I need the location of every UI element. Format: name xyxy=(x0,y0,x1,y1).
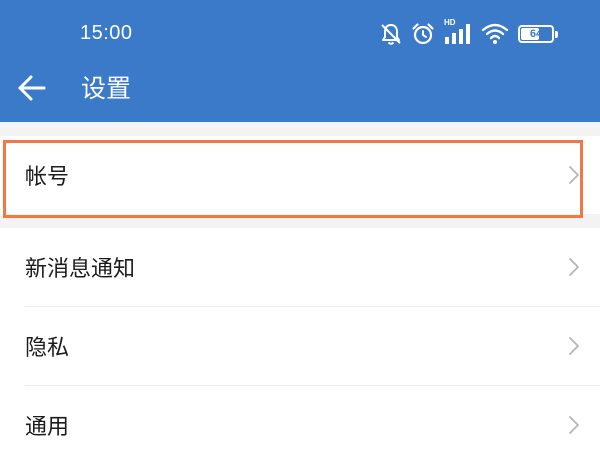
settings-item-label: 帐号 xyxy=(25,165,70,190)
chevron-right-icon xyxy=(569,258,579,276)
settings-item-new-message-notification[interactable]: 新消息通知 xyxy=(0,228,600,306)
settings-list: 帐号 新消息通知 隐私 通用 xyxy=(0,122,600,464)
section-gap xyxy=(0,214,600,228)
chevron-right-icon xyxy=(569,166,579,184)
settings-item-label: 隐私 xyxy=(25,336,70,361)
settings-item-label: 新消息通知 xyxy=(25,257,136,282)
status-time: 15:00 xyxy=(80,22,133,44)
battery-tip xyxy=(555,31,558,38)
settings-item-general[interactable]: 通用 xyxy=(0,386,600,464)
section-gap xyxy=(0,122,600,136)
alarm-icon xyxy=(411,22,435,46)
settings-item-account[interactable]: 帐号 xyxy=(0,136,600,214)
battery-icon: 64 xyxy=(518,25,558,43)
signal-icon: HD xyxy=(444,18,472,46)
bell-off-icon xyxy=(380,22,402,46)
arrow-left-icon xyxy=(17,74,47,106)
chevron-right-icon xyxy=(569,416,579,434)
toolbar: 设置 xyxy=(0,62,600,118)
app-header: 15:00 HD 64 设置 xyxy=(0,0,600,122)
back-button[interactable] xyxy=(10,68,54,112)
battery-level: 64 xyxy=(529,28,543,40)
settings-item-privacy[interactable]: 隐私 xyxy=(0,307,600,385)
page-title: 设置 xyxy=(81,74,132,103)
chevron-right-icon xyxy=(569,337,579,355)
status-icons: HD 64 xyxy=(380,18,560,48)
settings-item-label: 通用 xyxy=(25,415,70,440)
status-bar: 15:00 HD 64 xyxy=(0,0,600,66)
signal-hd-tag: HD xyxy=(444,18,456,27)
wifi-icon xyxy=(481,23,509,45)
